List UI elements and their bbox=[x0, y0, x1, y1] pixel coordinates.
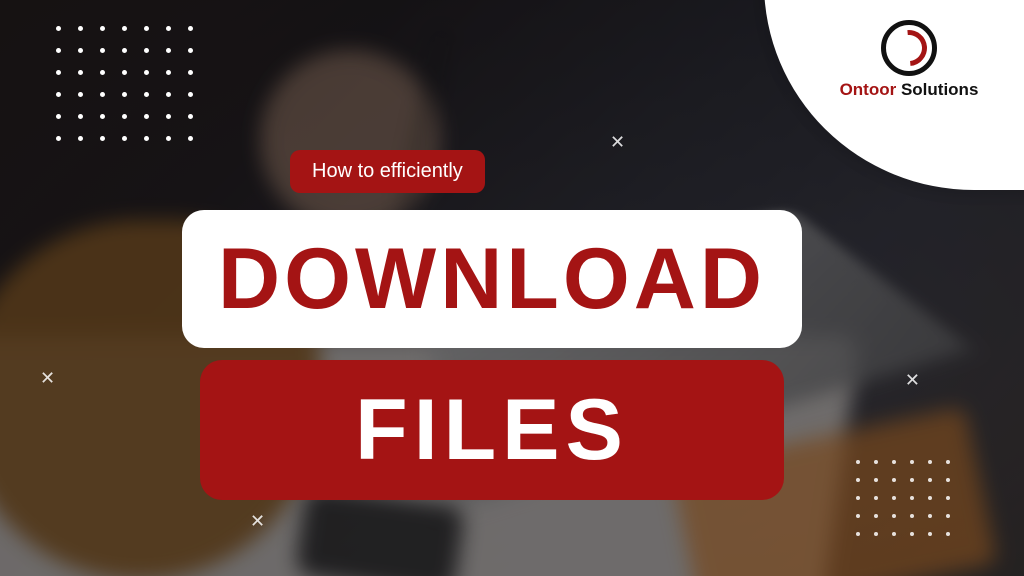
slide-canvas: ✕ ✕ ✕ ✕ Ontoor Solutions How to efficien… bbox=[0, 0, 1024, 576]
dot-grid-bottom-right bbox=[856, 460, 964, 550]
brand-name-a: Ontoor bbox=[840, 80, 897, 99]
brand-name: Ontoor Solutions bbox=[824, 80, 994, 100]
brand-logo: Ontoor Solutions bbox=[824, 20, 994, 100]
x-mark-icon: ✕ bbox=[40, 368, 55, 389]
x-mark-icon: ✕ bbox=[905, 370, 920, 391]
kicker-text: How to efficiently bbox=[312, 160, 463, 182]
kicker-pill: How to efficiently bbox=[290, 150, 485, 193]
brand-name-b: Solutions bbox=[896, 80, 978, 99]
title-sub-block: FILES bbox=[200, 360, 784, 500]
title-main-text: DOWNLOAD bbox=[218, 236, 766, 322]
x-mark-icon: ✕ bbox=[610, 132, 625, 153]
x-mark-icon: ✕ bbox=[250, 511, 265, 532]
swirl-icon bbox=[881, 20, 937, 76]
dot-grid-top-left bbox=[56, 26, 210, 158]
title-sub-text: FILES bbox=[355, 387, 629, 473]
title-main-block: DOWNLOAD bbox=[182, 210, 802, 348]
